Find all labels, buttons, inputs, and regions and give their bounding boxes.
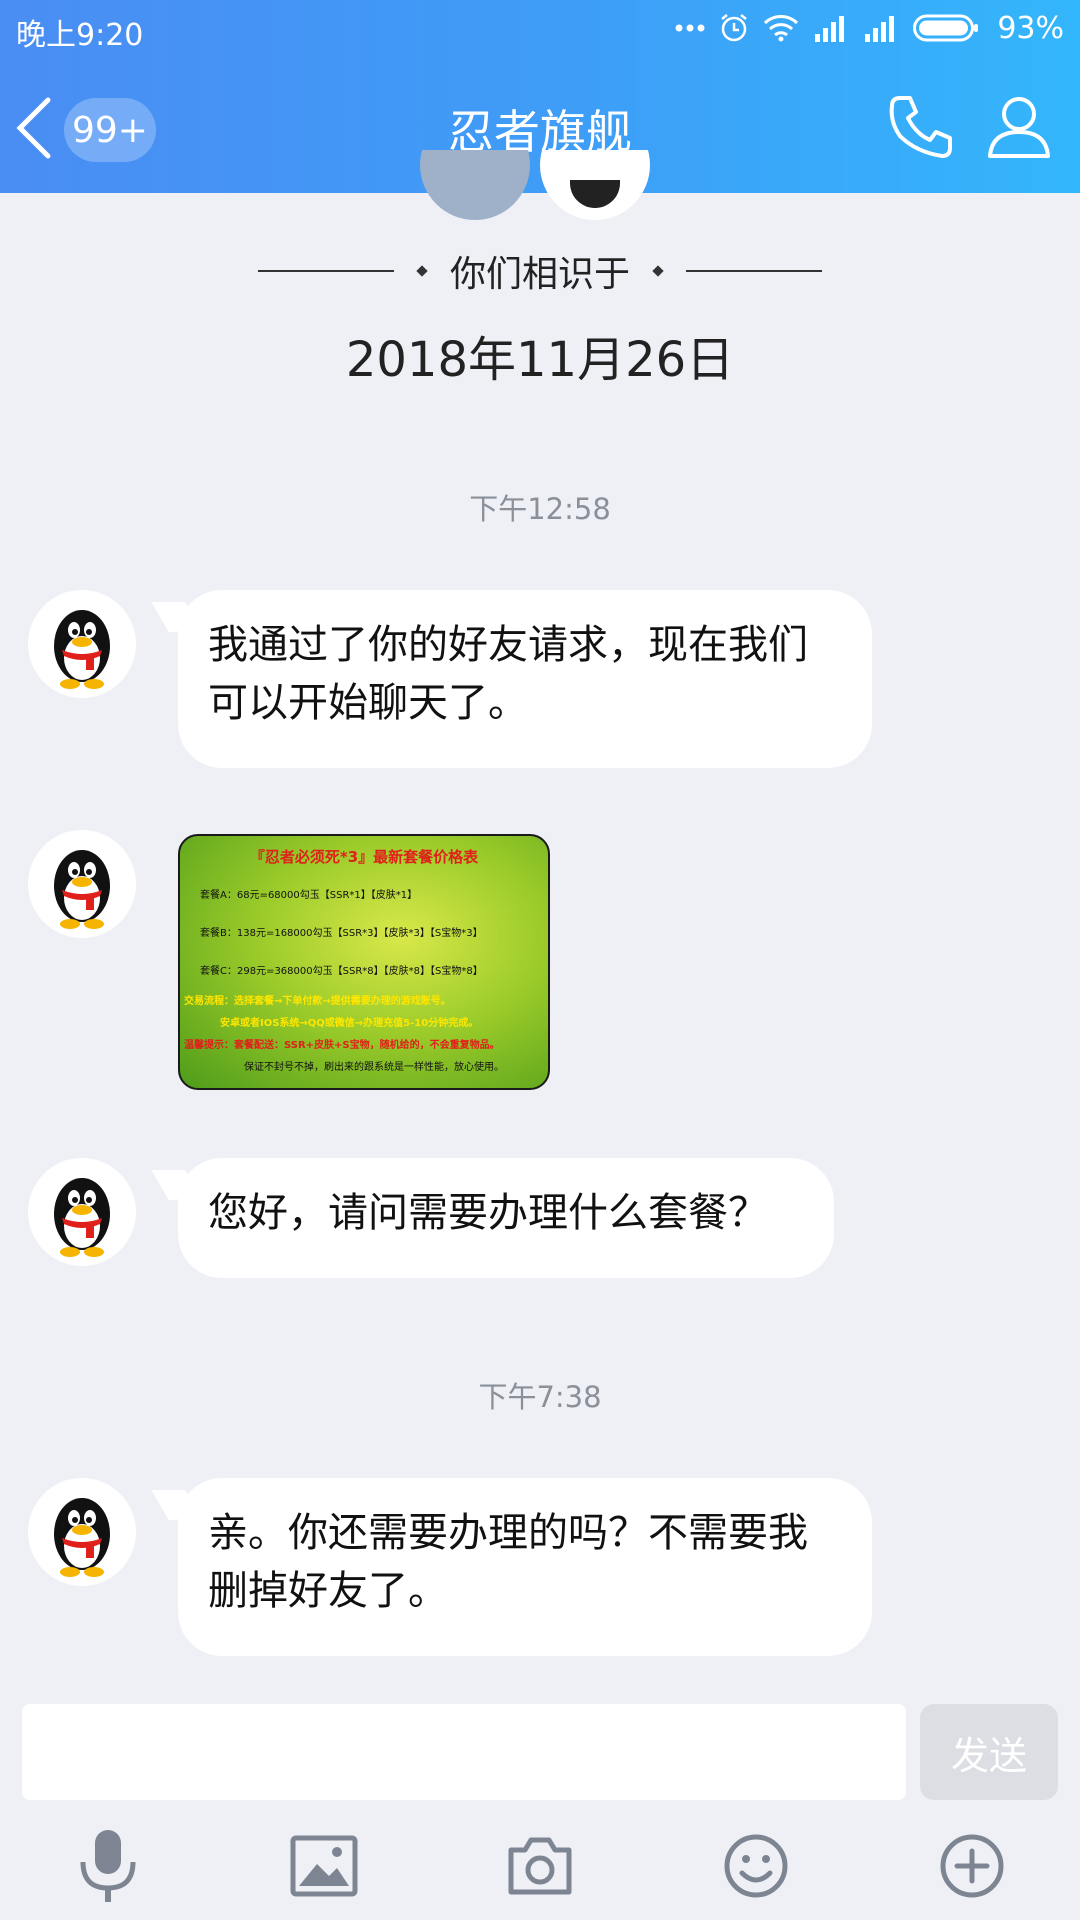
status-time: 晚上9:20: [16, 18, 144, 53]
plus-circle-icon: [940, 1834, 1004, 1898]
gallery-button[interactable]: [282, 1824, 366, 1908]
message-bubble[interactable]: 我通过了你的好友请求，现在我们可以开始聊天了。: [178, 590, 872, 768]
image-line: 套餐A：68元=68000勾玉【SSR*1】【皮肤*1】: [200, 890, 418, 901]
image-title: 『忍者必须死*3』最新套餐价格表: [249, 848, 479, 866]
penguin-icon: [54, 1498, 110, 1577]
alarm-icon: [719, 13, 749, 43]
status-icons: 93%: [675, 10, 1064, 46]
more-button[interactable]: [930, 1824, 1014, 1908]
voice-button[interactable]: [66, 1824, 150, 1908]
person-icon: [984, 97, 1054, 166]
status-bar: 晚上9:20 93%: [0, 0, 1080, 56]
timestamp: 下午12:58: [469, 492, 611, 526]
penguin-icon: [54, 1178, 110, 1257]
participant-avatars: [420, 150, 660, 220]
message-text: 我通过了你的好友请求，现在我们可以开始聊天了。: [208, 622, 808, 726]
message-text: 亲。你还需要办理的吗？不需要我删掉好友了。: [208, 1510, 808, 1614]
met-divider: 你们相识于: [258, 246, 822, 296]
avatar[interactable]: [28, 590, 136, 698]
avatar: [540, 150, 650, 220]
image-line: 保证不封号不掉，刷出来的跟系统是一样性能，放心使用。: [244, 1062, 504, 1073]
message-bubble[interactable]: 亲。你还需要办理的吗？不需要我删掉好友了。: [178, 1478, 872, 1656]
divider-line: [685, 270, 822, 272]
more-dots-icon: [675, 23, 705, 33]
timestamp: 下午7:38: [478, 1380, 602, 1414]
avatar[interactable]: [28, 830, 136, 938]
avatar: [420, 150, 530, 220]
avatar[interactable]: [28, 1478, 136, 1586]
image-message[interactable]: 『忍者必须死*3』最新套餐价格表 套餐A：68元=68000勾玉【SSR*1】【…: [178, 834, 550, 1090]
message-bubble[interactable]: 您好，请问需要办理什么套餐？: [178, 1158, 834, 1278]
divider-dot: [652, 265, 664, 277]
avatar[interactable]: [28, 1158, 136, 1266]
emoji-icon: [724, 1834, 788, 1898]
met-date: 2018年11月26日: [345, 332, 735, 388]
battery-percent: 93%: [997, 10, 1064, 46]
signal-icon-1: [813, 14, 849, 42]
met-label: 你们相识于: [449, 254, 630, 295]
penguin-icon: [54, 850, 110, 929]
divider-dot: [416, 265, 428, 277]
microphone-icon: [80, 1830, 136, 1902]
send-button[interactable]: 发送: [920, 1704, 1058, 1800]
battery-icon: [913, 13, 979, 43]
call-button[interactable]: [886, 92, 956, 172]
signal-icon-2: [863, 14, 899, 42]
penguin-icon: [54, 610, 110, 689]
image-line: 温馨提示：套餐配送：SSR+皮肤+S宝物，随机给的，不会重复物品。: [184, 1040, 500, 1051]
message-input[interactable]: [22, 1704, 906, 1800]
emoji-button[interactable]: [714, 1824, 798, 1908]
wifi-icon: [763, 14, 799, 42]
camera-icon: [508, 1837, 572, 1895]
image-line: 安卓或者IOS系统→QQ或微信→办理充值5-10分钟完成。: [220, 1018, 479, 1029]
image-line: 交易流程：选择套餐→下单付款→提供需要办理的游戏账号。: [184, 996, 451, 1007]
input-bar: 发送: [0, 1690, 1080, 1920]
image-icon: [290, 1835, 358, 1897]
camera-button[interactable]: [498, 1824, 582, 1908]
message-text: 您好，请问需要办理什么套餐？: [208, 1190, 768, 1236]
image-line: 套餐C：298元=368000勾玉【SSR*8】【皮肤*8】【S宝物*8】: [200, 966, 483, 977]
divider-line: [258, 270, 394, 272]
image-line: 套餐B：138元=168000勾玉【SSR*3】【皮肤*3】【S宝物*3】: [200, 928, 483, 939]
phone-icon: [886, 96, 956, 166]
profile-button[interactable]: [984, 92, 1058, 172]
